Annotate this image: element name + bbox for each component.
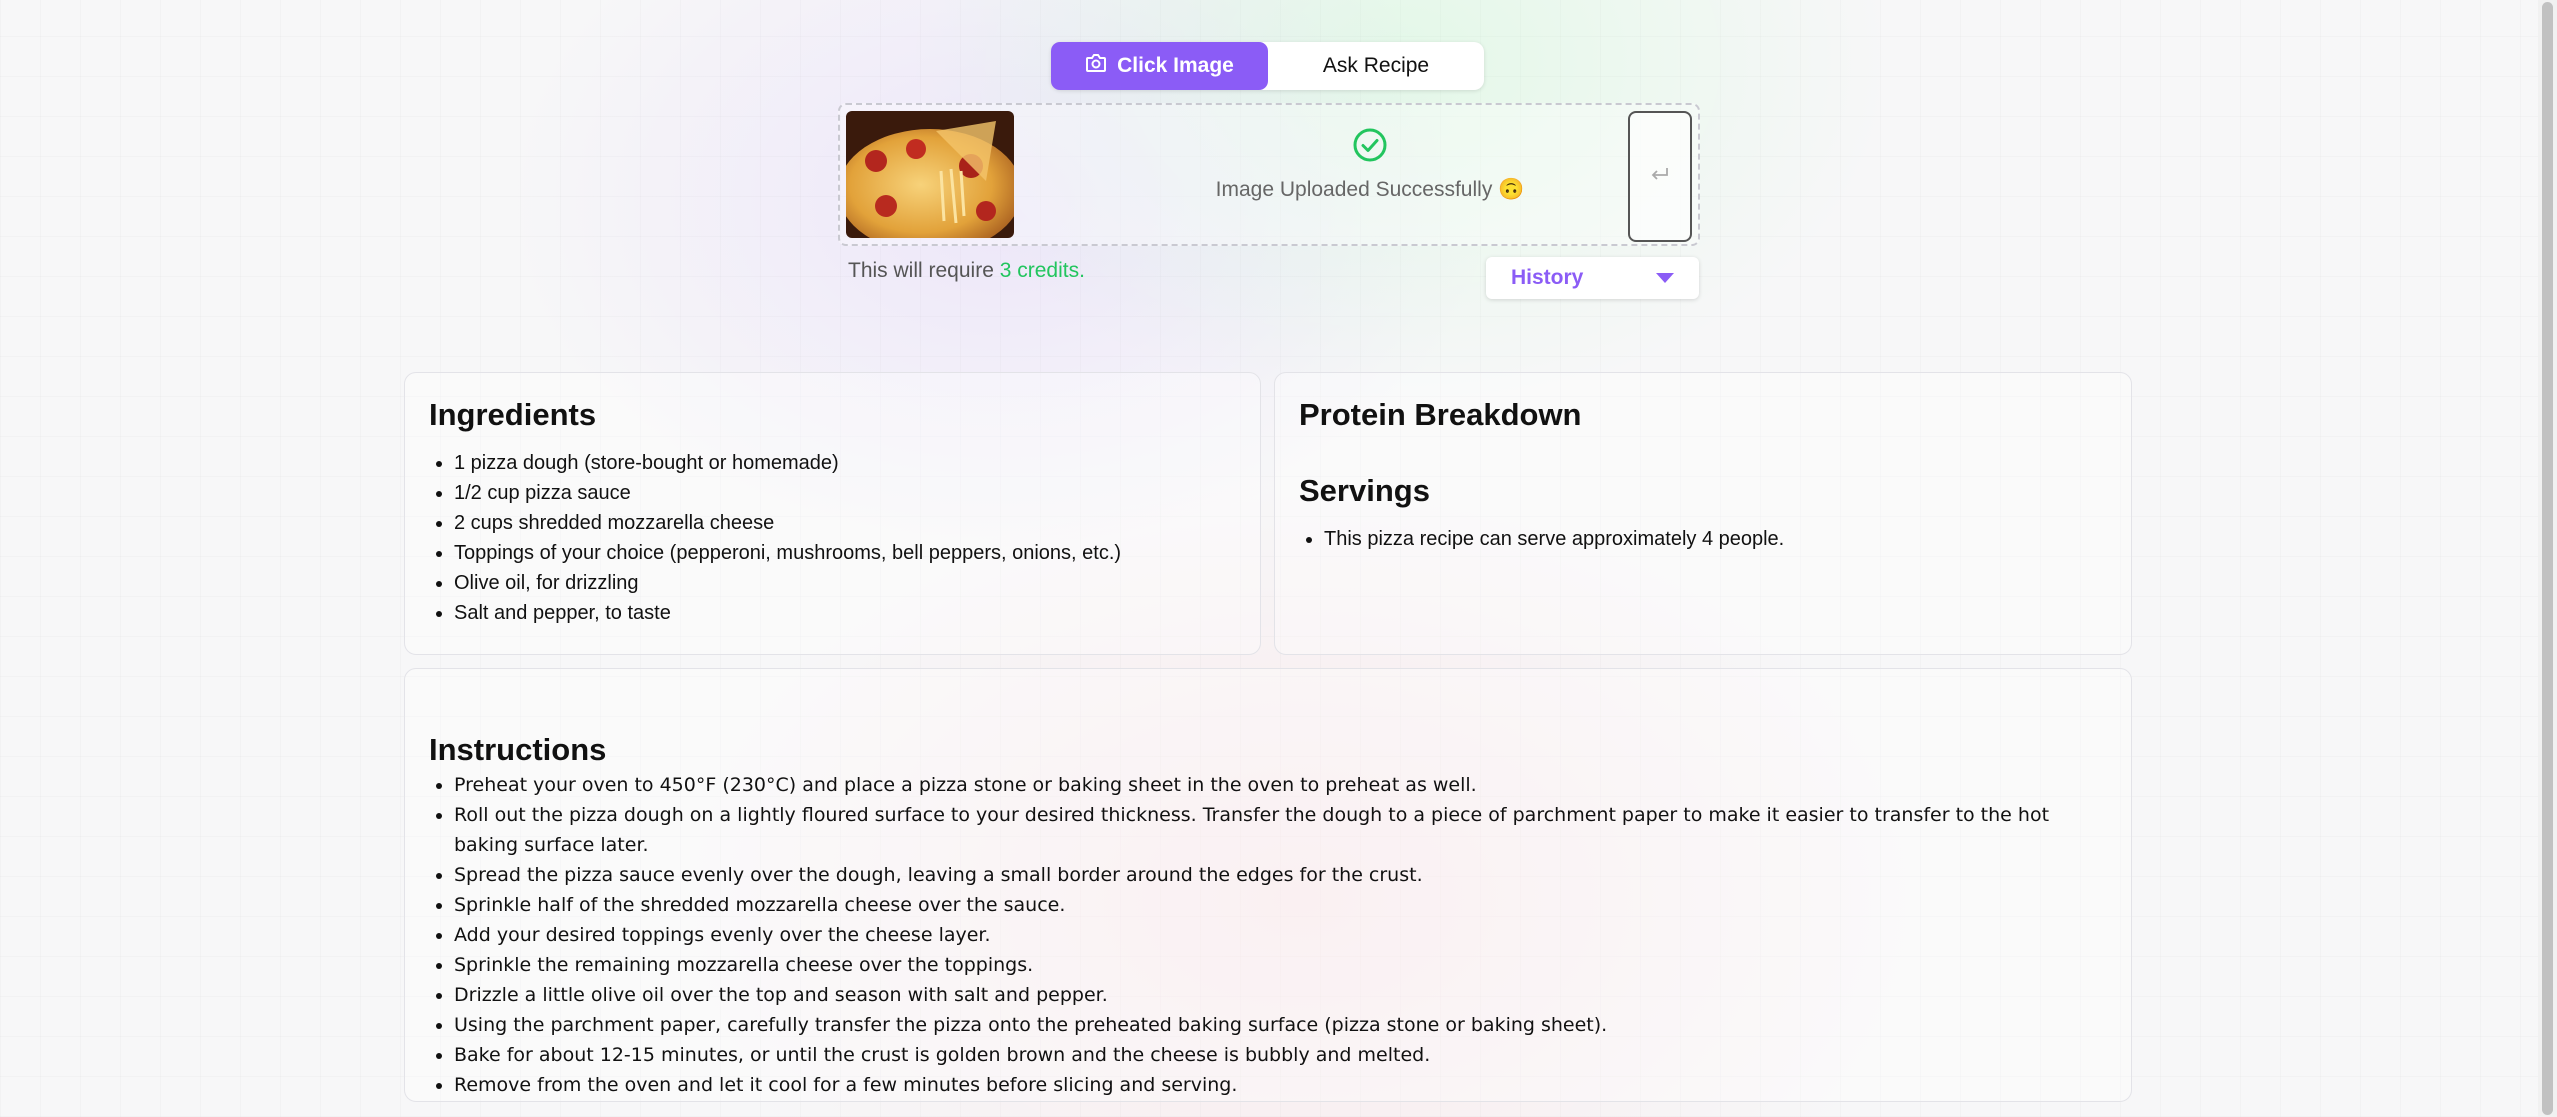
uploaded-pizza-thumbnail — [846, 111, 1014, 238]
upload-status-text: Image Uploaded Successfully 🙃 — [1215, 178, 1525, 201]
history-dropdown[interactable]: History — [1486, 257, 1699, 299]
ingredients-title: Ingredients — [429, 397, 597, 432]
history-label: History — [1511, 266, 1584, 289]
submit-button[interactable] — [1628, 111, 1692, 242]
list-item: Sprinkle the remaining mozzarella cheese… — [454, 950, 2107, 980]
upload-status: Image Uploaded Successfully 🙃 — [1140, 127, 1600, 202]
ingredients-list: 1 pizza dough (store-bought or homemade)… — [429, 448, 1236, 628]
servings-list: This pizza recipe can serve approximatel… — [1299, 524, 2107, 554]
protein-title: Protein Breakdown — [1299, 397, 1582, 432]
credits-notice: This will require 3 credits. — [848, 259, 1085, 283]
list-item: Bake for about 12-15 minutes, or until t… — [454, 1040, 2107, 1070]
list-item: Olive oil, for drizzling — [454, 568, 1236, 598]
chevron-down-icon — [1656, 273, 1674, 283]
list-item: Remove from the oven and let it cool for… — [454, 1070, 2107, 1100]
list-item: Toppings of your choice (pepperoni, mush… — [454, 538, 1236, 568]
scrollbar-thumb[interactable] — [2542, 2, 2553, 1115]
list-item: Preheat your oven to 450°F (230°C) and p… — [454, 770, 2107, 800]
check-circle-icon — [1352, 128, 1388, 167]
page-scrollbar[interactable] — [2538, 0, 2557, 1117]
list-item: Salt and pepper, to taste — [454, 598, 1236, 628]
ingredients-card: Ingredients 1 pizza dough (store-bought … — [404, 372, 1261, 655]
credits-prefix: This will require — [848, 259, 1000, 282]
list-item: Sprinkle half of the shredded mozzarella… — [454, 890, 2107, 920]
click-image-label: Click Image — [1117, 54, 1234, 77]
list-item: Drizzle a little olive oil over the top … — [454, 980, 2107, 1010]
credits-amount: 3 credits. — [999, 259, 1085, 282]
list-item: 1 pizza dough (store-bought or homemade) — [454, 448, 1236, 478]
mode-toggle: Click Image Ask Recipe — [1051, 42, 1484, 90]
ask-recipe-tab[interactable]: Ask Recipe — [1268, 42, 1484, 90]
list-item: Roll out the pizza dough on a lightly fl… — [454, 800, 2107, 860]
image-upload-area[interactable]: Image Uploaded Successfully 🙃 — [838, 103, 1700, 246]
list-item: 1/2 cup pizza sauce — [454, 478, 1236, 508]
list-item: This pizza recipe can serve approximatel… — [1324, 524, 2107, 554]
instructions-card: Instructions Preheat your oven to 450°F … — [404, 668, 2132, 1102]
list-item: 2 cups shredded mozzarella cheese — [454, 508, 1236, 538]
instructions-title: Instructions — [429, 732, 607, 767]
enter-return-icon — [1649, 163, 1671, 191]
protein-card: Protein Breakdown Servings This pizza re… — [1274, 372, 2132, 655]
list-item: Add your desired toppings evenly over th… — [454, 920, 2107, 950]
list-item: Spread the pizza sauce evenly over the d… — [454, 860, 2107, 890]
click-image-tab[interactable]: Click Image — [1051, 42, 1268, 90]
servings-title: Servings — [1299, 473, 1430, 508]
ask-recipe-label: Ask Recipe — [1322, 54, 1430, 77]
list-item: Using the parchment paper, carefully tra… — [454, 1010, 2107, 1040]
camera-icon — [1085, 53, 1107, 79]
instructions-list: Preheat your oven to 450°F (230°C) and p… — [429, 770, 2107, 1100]
